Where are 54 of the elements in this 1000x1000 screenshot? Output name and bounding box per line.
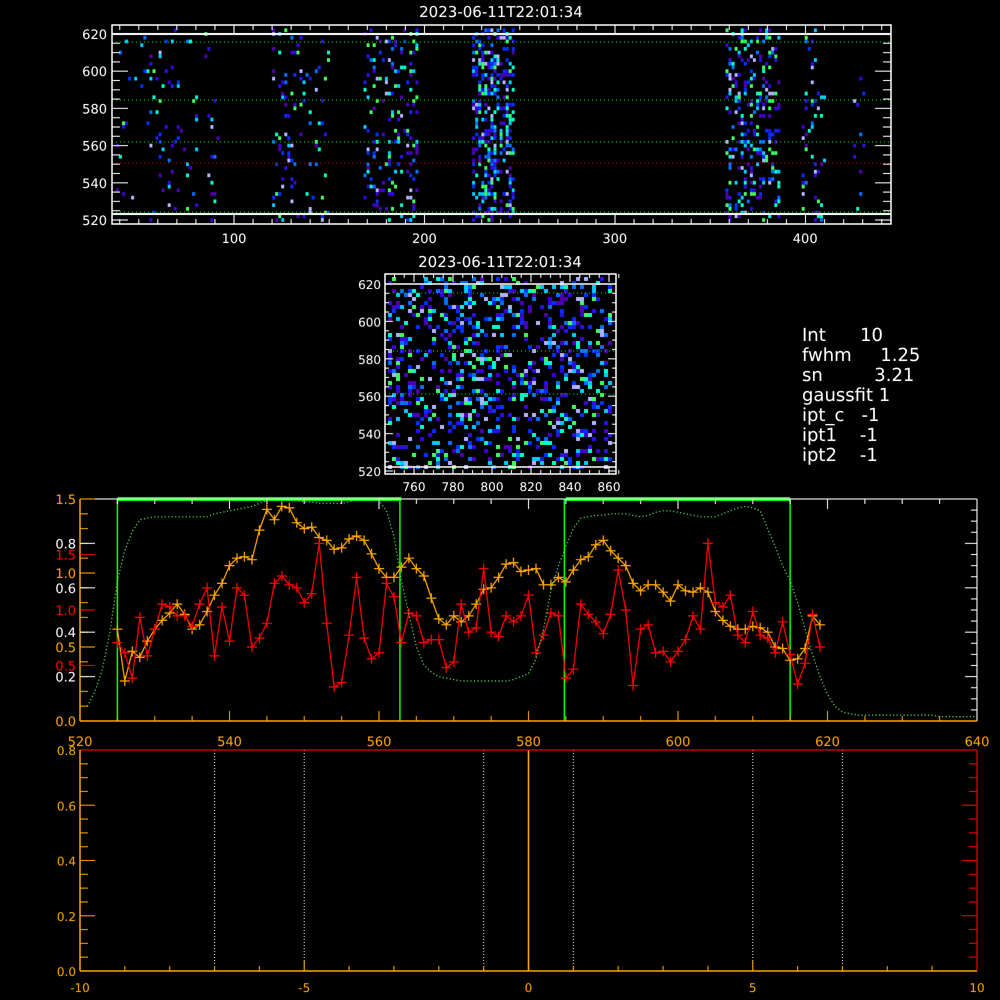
axis-tick-label: 540	[358, 428, 381, 442]
axis-tick-label: 1.5	[55, 493, 76, 508]
axis-tick-label: 1.0	[55, 567, 76, 582]
parameter-text: ipt2 -1	[802, 445, 878, 466]
axis-tick-label: 580	[516, 735, 541, 750]
axis-tick-label: 0.0	[55, 715, 76, 730]
axis-tick-label: 0.5	[55, 641, 76, 656]
axis-tick-label: 600	[82, 65, 107, 80]
parameter-text: Int 10	[802, 325, 884, 346]
axis-tick-label: 600	[358, 315, 381, 330]
axis-tick-label: 780	[442, 480, 464, 494]
axis-tick-label: 400	[792, 232, 818, 247]
parameter-text: fwhm 1.25	[802, 345, 920, 366]
plot-title: 2023-06-11T22:01:34	[419, 3, 583, 21]
axis-tick-label: 820	[520, 480, 542, 494]
axis-tick-label: 800	[480, 480, 504, 494]
axis-tick-label: 580	[358, 352, 381, 367]
axis-tick-label: -5	[298, 981, 310, 995]
parameter-text: ipt_c -1	[802, 405, 880, 426]
axis-tick-label: 600	[666, 735, 690, 750]
axis-tick-label: 540	[82, 176, 107, 192]
axis-tick-label: 640	[964, 735, 990, 750]
axis-tick-label: 540	[217, 735, 242, 750]
axis-tick-label: 620	[358, 278, 381, 292]
axis-tick-label: 760	[402, 480, 426, 494]
axis-tick-label: 300	[602, 232, 628, 247]
axis-tick-label: 620	[815, 735, 840, 750]
axis-tick-label: 1.0	[55, 604, 76, 619]
axis-tick-label: 520	[358, 465, 381, 479]
axis-tick-label: 860	[598, 480, 620, 494]
axis-tick-label: 0.4	[55, 626, 76, 642]
parameter-text: sn 3.21	[802, 365, 914, 386]
axis-tick-label: 560	[358, 390, 381, 404]
parameter-text: ipt1 -1	[802, 425, 878, 446]
axis-tick-label: 0.6	[56, 799, 76, 814]
parameter-text: gaussfit 1	[802, 385, 890, 406]
axis-tick-label: 0.4	[56, 854, 76, 868]
axis-tick-label: 560	[82, 140, 107, 155]
axis-tick-label: 840	[558, 480, 582, 494]
axis-tick-label: 5	[748, 981, 757, 995]
axis-tick-label: -10	[70, 981, 90, 995]
axis-tick-label: 100	[222, 232, 246, 247]
axis-tick-label: 0.0	[56, 965, 76, 979]
plot-title: 2023-06-11T22:01:34	[418, 253, 582, 271]
axis-tick-label: 620	[82, 28, 107, 43]
axis-tick-label: 520	[82, 214, 107, 229]
axis-tick-label: 0.6	[55, 582, 76, 597]
axis-tick-label: 1.5	[55, 548, 76, 564]
axis-tick-label: 200	[412, 232, 437, 247]
axis-tick-label: 560	[366, 735, 392, 750]
axis-tick-label: 580	[82, 102, 107, 118]
axis-tick-label: 0.2	[56, 910, 76, 924]
axis-tick-label: 10	[969, 981, 985, 995]
axis-tick-label: 0	[524, 981, 532, 995]
